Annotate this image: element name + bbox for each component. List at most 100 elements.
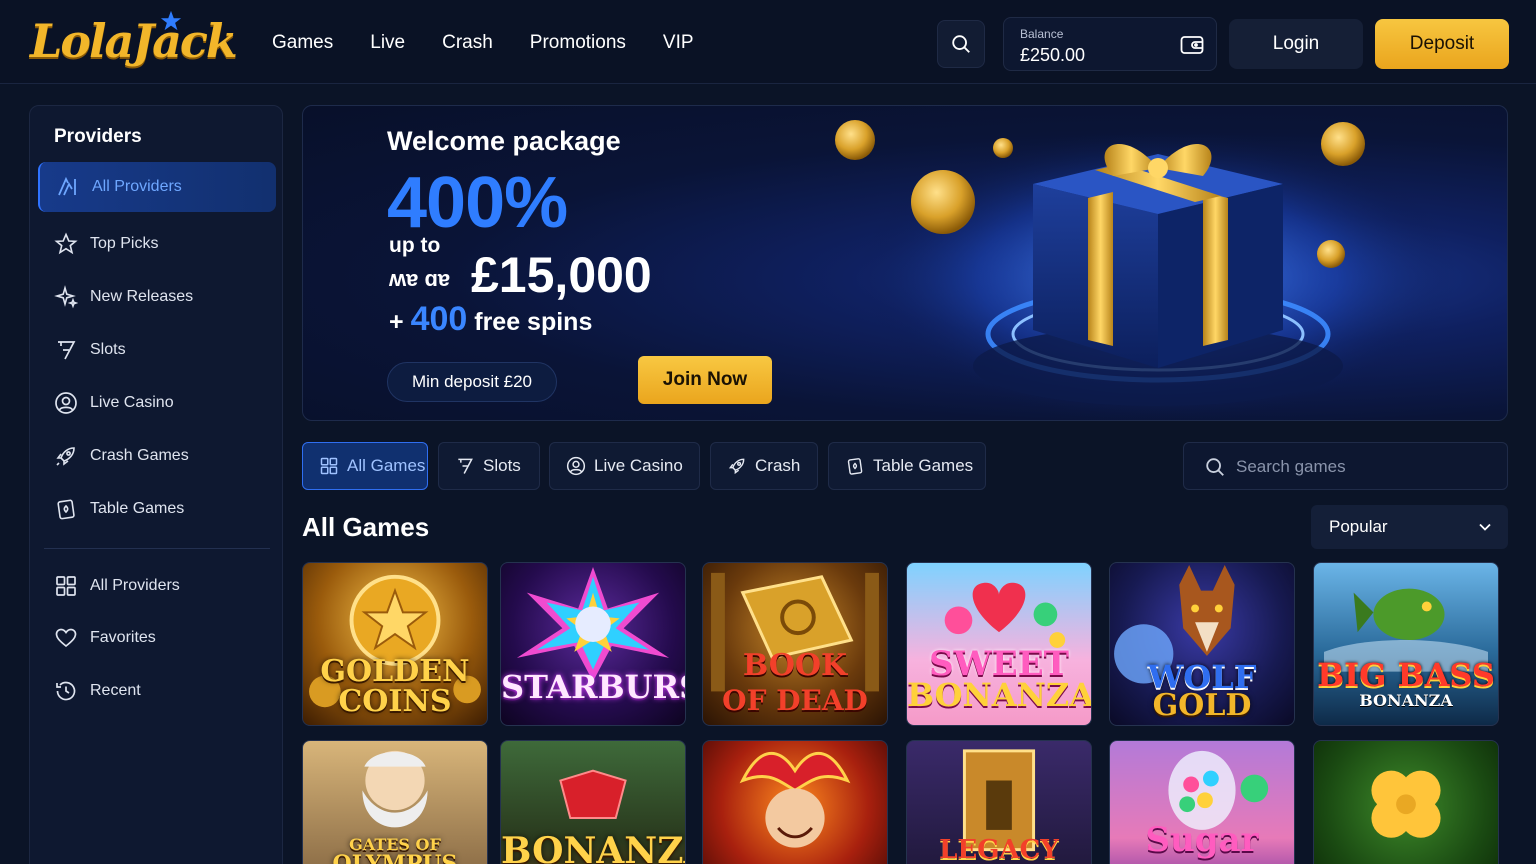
game-card-book-of-dead[interactable]: BOOK OF DEAD: [702, 562, 888, 726]
game-title: LEGACY: [939, 835, 1059, 864]
login-button[interactable]: Login: [1229, 19, 1363, 69]
sidebar-item-label: Table Games: [90, 500, 185, 517]
sidebar-item-label: Top Picks: [90, 235, 159, 252]
tab-table-games[interactable]: Table Games: [828, 442, 986, 490]
brand-logo[interactable]: LolaJack: [30, 14, 238, 70]
nav-vip[interactable]: VIP: [663, 32, 694, 54]
sidebar-item-favorites[interactable]: Favorites: [38, 613, 276, 663]
balance-label: Balance: [1020, 27, 1064, 41]
tab-all-games[interactable]: All Games: [302, 442, 428, 490]
clover-art: [1371, 770, 1441, 838]
main-nav: Games Live Crash Promotions VIP: [272, 32, 694, 54]
sidebar-item-label: New Releases: [90, 288, 194, 305]
top-header: LolaJack Games Live Crash Promotions VIP…: [0, 0, 1536, 84]
sidebar-item-table-games[interactable]: Table Games: [38, 484, 276, 534]
sort-dropdown[interactable]: Popular: [1311, 505, 1508, 549]
search-icon: [952, 35, 970, 53]
tab-label: All Games: [347, 456, 426, 475]
sidebar-item-live-casino[interactable]: Live Casino: [38, 378, 276, 428]
sort-value: Popular: [1329, 517, 1388, 536]
game-title-line2: COINS: [338, 684, 452, 719]
game-card-sugar-rush[interactable]: Sugar: [1109, 740, 1295, 864]
game-title: STARBURST: [501, 668, 685, 706]
balance-value: £250.00: [1020, 45, 1086, 65]
game-title-line2: OLYMPUS: [332, 851, 458, 864]
star-icon: [54, 232, 78, 255]
sidebar-item-slots[interactable]: Slots: [38, 325, 276, 375]
min-deposit-badge: Min deposit £20: [387, 362, 557, 402]
nav-crash[interactable]: Crash: [442, 32, 493, 54]
jester-art: [739, 751, 851, 848]
rocket-icon: [728, 458, 745, 475]
tab-crash[interactable]: Crash: [710, 442, 818, 490]
game-card-starburst[interactable]: STARBURST: [500, 562, 686, 726]
game-title: BOOK: [742, 648, 848, 683]
sidebar-title: Providers: [54, 126, 142, 147]
tab-label: Live Casino: [594, 456, 683, 475]
game-title: Sugar: [1145, 820, 1259, 860]
section-title: All Games: [302, 512, 430, 542]
header-search-button[interactable]: [937, 20, 985, 68]
game-card-big-bass-bonanza[interactable]: BIG BASS BONANZA: [1313, 562, 1499, 726]
sidebar-item-top-picks[interactable]: Top Picks: [38, 219, 276, 269]
sidebar-item-label: All Providers: [90, 577, 180, 594]
sidebar-item-label: All Providers: [92, 178, 182, 195]
providers-sidebar: Providers All Providers Top Picks New Re…: [29, 105, 283, 864]
seven-icon: [458, 458, 473, 474]
game-card-bonanza[interactable]: BONANZA: [500, 740, 686, 864]
sidebar-item-label: Crash Games: [90, 447, 189, 464]
game-card-sweet-bonanza[interactable]: SWEET BONANZA: [906, 562, 1092, 726]
game-title-line2: BONANZA: [1359, 691, 1453, 710]
all-providers-icon: [58, 176, 76, 196]
game-title-line2: GOLD: [1152, 688, 1252, 723]
game-title: BONANZA: [501, 830, 685, 864]
tab-live-casino[interactable]: Live Casino: [549, 442, 700, 490]
rocket-icon: [56, 447, 75, 466]
heart-icon: [55, 628, 77, 648]
hero-amount: £15,000: [471, 247, 652, 303]
game-card-wolf-gold[interactable]: WOLF GOLD: [1109, 562, 1295, 726]
search-icon: [1206, 458, 1224, 476]
nav-games[interactable]: Games: [272, 32, 333, 54]
hero-amount-prefix: ʍɐ ɑɐ: [389, 266, 451, 291]
sparkles-icon: [54, 285, 78, 309]
user-circle-icon: [55, 392, 77, 414]
sidebar-item-recent[interactable]: Recent: [38, 666, 276, 716]
game-card-golden-coins[interactable]: GOLDEN COINS: [302, 562, 488, 726]
tab-slots[interactable]: Slots: [438, 442, 540, 490]
welcome-banner: Welcome package 400% up to ʍɐ ɑɐ £15,000…: [302, 105, 1508, 421]
game-card-jester[interactable]: [702, 740, 888, 864]
wallet-icon[interactable]: [1180, 34, 1204, 56]
deposit-button[interactable]: Deposit: [1375, 19, 1509, 69]
user-circle-icon: [566, 456, 586, 476]
history-icon: [56, 681, 76, 701]
nav-live[interactable]: Live: [370, 32, 405, 54]
game-title: GOLDEN: [320, 654, 470, 689]
balance-widget[interactable]: Balance £250.00: [1003, 17, 1217, 71]
cards-icon: [847, 458, 863, 475]
tab-label: Table Games: [873, 456, 974, 475]
hero-spins-label: free spins: [474, 308, 593, 336]
sidebar-item-new-releases[interactable]: New Releases: [38, 272, 276, 322]
hero-spins-plus: +: [389, 308, 404, 336]
game-title: BIG BASS: [1317, 656, 1495, 694]
seven-icon: [58, 341, 76, 360]
game-card-gates-of-olympus[interactable]: GATES OF OLYMPUS: [302, 740, 488, 864]
nav-promotions[interactable]: Promotions: [530, 32, 626, 54]
hero-free-spins: + 400 free spins: [389, 300, 592, 339]
game-card-legacy[interactable]: LEGACY: [906, 740, 1092, 864]
sidebar-item-all-providers-secondary[interactable]: All Providers: [38, 561, 276, 611]
sidebar-item-label: Recent: [90, 682, 141, 699]
join-now-button[interactable]: Join Now: [638, 356, 772, 404]
game-card-clover[interactable]: [1313, 740, 1499, 864]
sidebar-item-crash-games[interactable]: Crash Games: [38, 431, 276, 481]
hero-spins-count: 400: [410, 300, 468, 338]
grid-icon: [320, 457, 338, 475]
sidebar-item-all-providers[interactable]: All Providers: [38, 162, 276, 212]
sidebar-item-label: Slots: [90, 341, 126, 358]
hero-up-to: up to: [389, 234, 441, 257]
search-games-input[interactable]: [1236, 453, 1486, 481]
chevron-down-icon: [1479, 523, 1491, 531]
tab-label: Slots: [483, 456, 521, 475]
game-title-line2: BONANZA: [907, 676, 1092, 714]
